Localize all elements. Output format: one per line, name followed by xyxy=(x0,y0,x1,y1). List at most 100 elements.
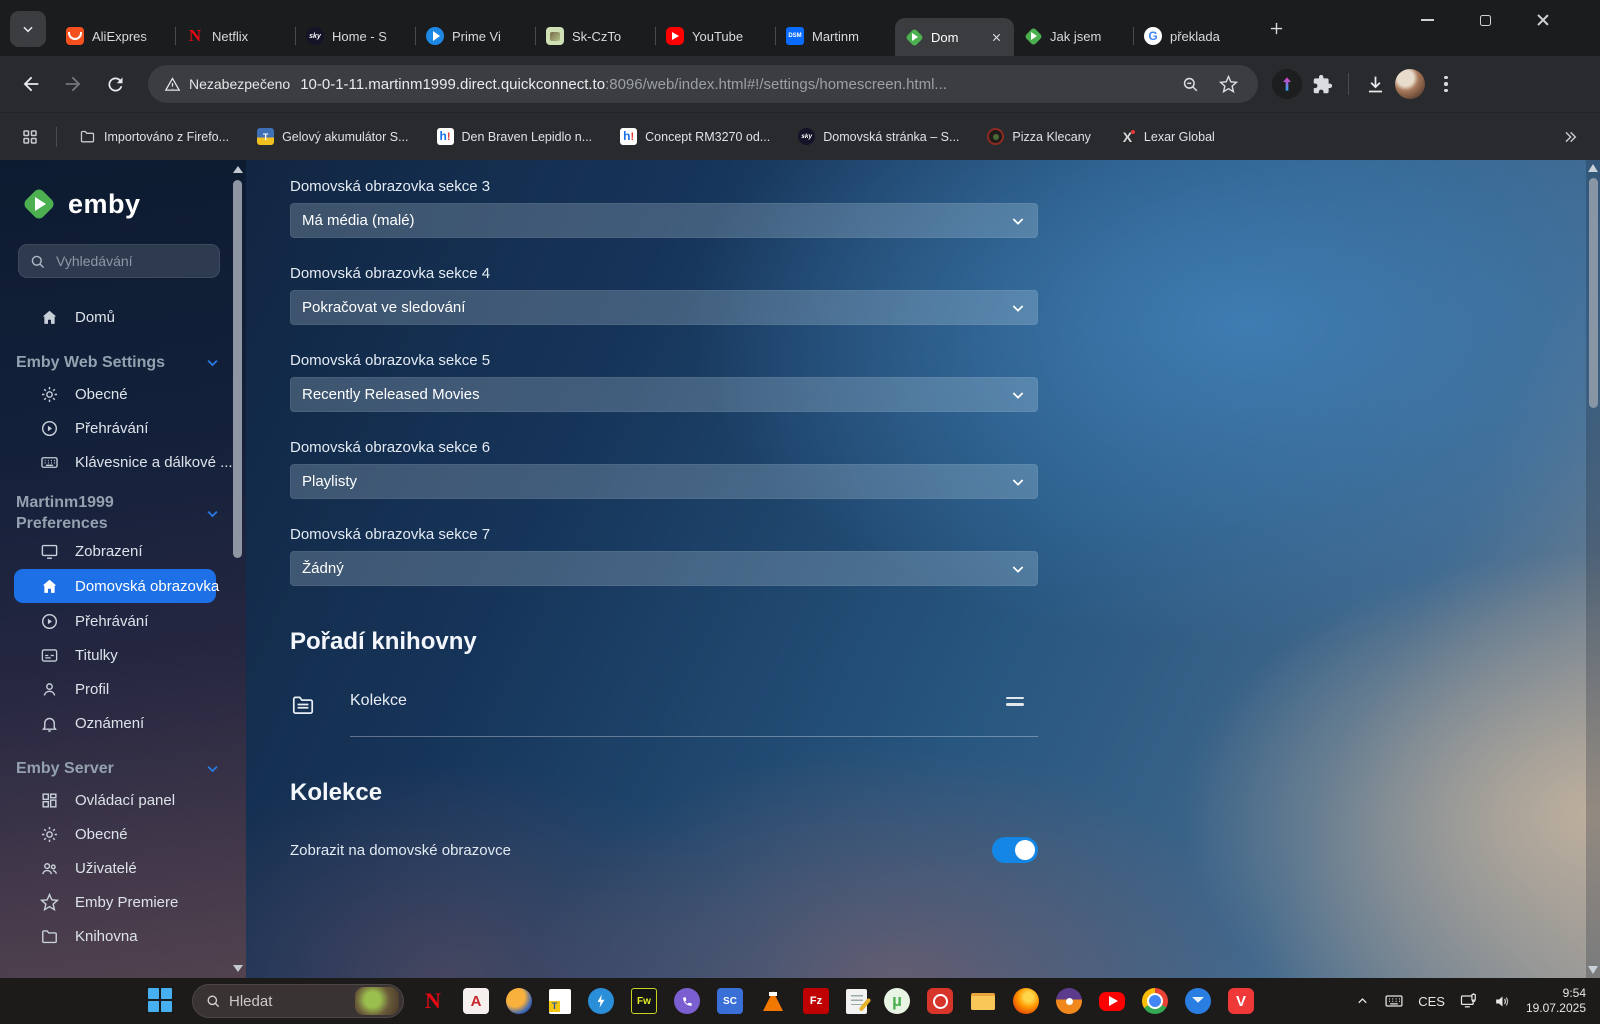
sidebar-item-dashboard[interactable]: Ovládací panel xyxy=(0,783,246,817)
sidebar-item-profile[interactable]: Profil xyxy=(0,672,246,706)
touch-keyboard-icon[interactable] xyxy=(1384,991,1404,1011)
secure-browser-app-icon[interactable] xyxy=(1056,988,1082,1014)
profile-avatar[interactable] xyxy=(1395,69,1425,99)
lightning-app-icon[interactable] xyxy=(588,988,614,1014)
bookmarks-overflow-button[interactable] xyxy=(1556,123,1584,151)
tab-aliexpress[interactable]: AliExpres xyxy=(56,16,175,56)
back-button[interactable] xyxy=(10,63,52,105)
tab-sk-cz[interactable]: Sk-CzTo xyxy=(536,16,655,56)
adobe-acrobat-app-icon[interactable] xyxy=(463,988,489,1014)
pinned-extension-button[interactable] xyxy=(1272,69,1302,99)
utorrent-app-icon[interactable] xyxy=(884,988,910,1014)
scroll-up-arrow-icon[interactable] xyxy=(233,166,243,173)
sidebar-item-general[interactable]: Obecné xyxy=(0,377,246,411)
security-indicator[interactable]: Nezabezpečeno xyxy=(164,76,290,93)
bookmark-imported-firefox[interactable]: Importováno z Firefo... xyxy=(69,123,239,150)
sidebar-item-display[interactable]: Zobrazení xyxy=(0,534,246,568)
sidebar-item-users[interactable]: Uživatelé xyxy=(0,851,246,885)
forward-button[interactable] xyxy=(52,63,94,105)
select-homescreen-section-4[interactable]: Pokračovat ve sledování xyxy=(290,290,1038,325)
reload-button[interactable] xyxy=(94,63,136,105)
sidebar-item-library[interactable]: Knihovna xyxy=(0,919,246,953)
page-scrollbar-thumb[interactable] xyxy=(1589,178,1598,408)
sidebar-item-notifications[interactable]: Oznámení xyxy=(0,706,246,740)
select-homescreen-section-7[interactable]: Žádný xyxy=(290,551,1038,586)
firefox-app-icon[interactable] xyxy=(1013,988,1039,1014)
extensions-button[interactable] xyxy=(1308,70,1336,98)
downloads-button[interactable] xyxy=(1361,70,1389,98)
viber-app-icon[interactable] xyxy=(674,988,700,1014)
taskbar-clock[interactable]: 9:54 19.07.2025 xyxy=(1526,986,1586,1016)
new-tab-button[interactable] xyxy=(1261,13,1291,43)
tab-emby-2[interactable]: Jak jsem xyxy=(1014,16,1133,56)
scroll-down-arrow-icon[interactable] xyxy=(233,965,243,972)
tab-close-icon[interactable] xyxy=(988,29,1004,45)
hidden-icons-chevron-icon[interactable] xyxy=(1355,994,1370,1009)
sidebar-item-subtitles[interactable]: Titulky xyxy=(0,638,246,672)
tab-search-button[interactable] xyxy=(10,11,46,47)
drag-handle-icon[interactable] xyxy=(1006,697,1024,706)
taskbar-search[interactable] xyxy=(192,984,404,1018)
file-explorer-app-icon[interactable] xyxy=(970,988,996,1014)
bookmark-lexar[interactable]: Lexar Global xyxy=(1109,123,1225,150)
sidebar-scrollbar[interactable] xyxy=(232,164,243,974)
bookmark-concept[interactable]: Concept RM3270 od... xyxy=(610,123,780,150)
select-homescreen-section-6[interactable]: Playlisty xyxy=(290,464,1038,499)
page-scrollbar[interactable] xyxy=(1586,160,1600,978)
vivaldi-app-icon[interactable] xyxy=(1228,988,1254,1014)
camera-app-icon[interactable] xyxy=(927,988,953,1014)
chrome-app-icon[interactable] xyxy=(1142,988,1168,1014)
window-minimize-button[interactable] xyxy=(1398,0,1456,40)
select-homescreen-section-5[interactable]: Recently Released Movies xyxy=(290,377,1038,412)
zoom-page-button[interactable] xyxy=(1176,70,1204,98)
sidebar-section-user-preferences[interactable]: Martinm1999 Preferences xyxy=(0,492,246,534)
tab-netflix[interactable]: Netflix xyxy=(176,16,295,56)
vlc-app-icon[interactable] xyxy=(760,988,786,1014)
keyboard-layout-indicator[interactable]: CES xyxy=(1418,994,1445,1009)
bookmark-sky-home[interactable]: Domovská stránka – S... xyxy=(788,123,969,150)
notes-editor-app-icon[interactable] xyxy=(846,989,867,1014)
tab-emby-active[interactable]: Dom xyxy=(895,18,1014,56)
tab-google-translate[interactable]: překlada xyxy=(1134,16,1253,56)
sidebar-section-emby-web-settings[interactable]: Emby Web Settings xyxy=(0,347,246,377)
globe-browser-app-icon[interactable] xyxy=(506,988,532,1014)
tab-dsm[interactable]: Martinm xyxy=(776,16,895,56)
sidebar-item-server-general[interactable]: Obecné xyxy=(0,817,246,851)
sidebar-item-playback-user[interactable]: Přehrávání xyxy=(0,604,246,638)
sidebar-item-home[interactable]: Domů xyxy=(0,300,246,334)
thunderbird-app-icon[interactable] xyxy=(1185,988,1211,1014)
bookmark-pizza-klecany[interactable]: Pizza Klecany xyxy=(977,123,1101,150)
text-document-app-icon[interactable] xyxy=(549,989,571,1014)
tab-prime-video[interactable]: Prime Vi xyxy=(416,16,535,56)
sidebar-item-playback-web[interactable]: Přehrávání xyxy=(0,411,246,445)
url-text[interactable]: 10-0-1-11.martinm1999.direct.quickconnec… xyxy=(300,76,1166,93)
window-close-button[interactable] xyxy=(1514,0,1572,40)
show-on-homescreen-toggle[interactable] xyxy=(992,837,1038,863)
filezilla-app-icon[interactable] xyxy=(803,988,829,1014)
netflix-app-icon[interactable] xyxy=(420,988,446,1014)
apps-grid-button[interactable] xyxy=(16,123,44,151)
scroll-up-arrow-icon[interactable] xyxy=(1588,164,1598,172)
taskbar-search-input[interactable] xyxy=(229,993,315,1010)
bookmark-star-button[interactable] xyxy=(1214,70,1242,98)
bookmark-den-braven[interactable]: Den Braven Lepidlo n... xyxy=(427,123,603,150)
youtube-app-icon[interactable] xyxy=(1099,992,1125,1011)
search-highlight-image[interactable] xyxy=(355,987,399,1015)
search-input[interactable] xyxy=(56,253,196,269)
sc-app-icon[interactable] xyxy=(717,988,743,1014)
sidebar-search[interactable] xyxy=(18,244,220,278)
bookmark-gel-battery[interactable]: Gelový akumulátor S... xyxy=(247,123,418,150)
select-homescreen-section-3[interactable]: Má média (malé) xyxy=(290,203,1038,238)
fireworks-app-icon[interactable] xyxy=(631,988,657,1014)
network-icon[interactable] xyxy=(1459,991,1479,1011)
library-order-row-collections[interactable]: Kolekce xyxy=(290,690,1038,737)
address-bar[interactable]: Nezabezpečeno 10-0-1-11.martinm1999.dire… xyxy=(148,65,1258,103)
window-maximize-button[interactable] xyxy=(1456,0,1514,40)
windows-start-button[interactable] xyxy=(148,988,174,1014)
sidebar-scrollbar-thumb[interactable] xyxy=(233,180,242,558)
tab-sky-home[interactable]: Home - S xyxy=(296,16,415,56)
tab-youtube[interactable]: YouTube xyxy=(656,16,775,56)
scroll-down-arrow-icon[interactable] xyxy=(1588,966,1598,974)
sidebar-item-emby-premiere[interactable]: Emby Premiere xyxy=(0,885,246,919)
sidebar-item-homescreen-selected[interactable]: Domovská obrazovka xyxy=(14,569,216,603)
